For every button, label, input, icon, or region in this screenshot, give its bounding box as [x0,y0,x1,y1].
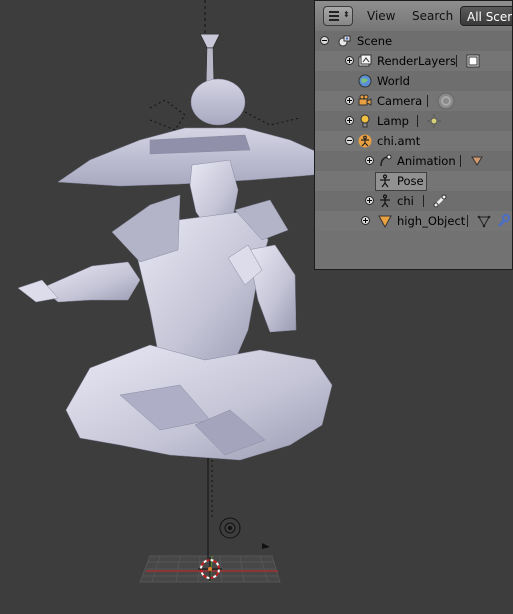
separator [423,195,424,207]
collapse-toggle[interactable] [345,136,354,145]
tree-row-armature-object[interactable]: chi.amt [315,131,512,151]
display-mode-select[interactable]: All Scenes [460,6,512,26]
camera-object [219,517,241,539]
outliner-panel: ⬍ View Search All Scenes Scene RenderLay… [314,0,513,270]
tree-label-pose: Pose [397,174,424,188]
tree-label-animation: Animation [397,154,456,168]
tree-row-camera[interactable]: Camera [315,91,512,111]
editor-type-button[interactable]: ⬍ [323,6,353,26]
tree-row-pose[interactable]: Pose [315,171,512,191]
separator [460,155,461,167]
lamp-object [262,543,270,549]
bone-icon[interactable] [433,194,447,208]
tree-label-camera: Camera [377,94,423,108]
tree-label-renderlayers: RenderLayers [377,54,456,68]
armature-icon [358,134,372,148]
wrench-icon[interactable] [496,214,510,228]
tree-label-lamp: Lamp [377,114,409,128]
tree-row-armature-data[interactable]: chi [315,191,512,211]
seated-figure-mesh [17,159,333,461]
tree-label-mesh-object: high_Object [397,214,466,228]
camera-data-icon[interactable] [437,92,455,110]
action-icon[interactable] [470,154,484,168]
tree-row-lamp[interactable]: Lamp [315,111,512,131]
tree-label-armature-data: chi [397,194,414,208]
world-icon [358,74,372,88]
expand-toggle[interactable] [365,156,374,165]
tree-label-armature-object: chi.amt [377,134,421,148]
head-bone-tip [199,33,221,49]
separator [417,115,418,127]
separator [467,215,468,227]
expand-toggle[interactable] [345,96,354,105]
separator [427,95,428,107]
renderlayer-icon[interactable] [466,54,480,68]
tree-row-mesh-object[interactable]: high_Object [315,211,512,231]
outliner-header: ⬍ View Search All Scenes [315,1,512,32]
expand-toggle[interactable] [345,56,354,65]
outliner-tree: Scene RenderLayers World Camera Lamp chi… [315,31,512,231]
pose-icon [380,174,390,188]
animation-icon [380,154,392,167]
expand-toggle[interactable] [345,116,354,125]
tree-label-world: World [377,74,410,88]
tree-row-renderlayers[interactable]: RenderLayers [315,51,512,71]
view-menu[interactable]: View [367,6,395,26]
expand-toggle[interactable] [361,216,370,225]
tree-row-animation[interactable]: Animation [315,151,512,171]
scene-icon [338,35,351,47]
renderlayers-icon [358,54,372,67]
lamp-data-icon[interactable] [427,114,441,128]
lamp-icon [360,114,370,128]
camera-icon [358,94,372,106]
outliner-editor-icon [329,11,339,21]
expand-toggle[interactable] [365,196,374,205]
chevron-updown-icon: ⬍ [343,10,350,19]
search-menu[interactable]: Search [412,6,453,26]
tree-row-world[interactable]: World [315,71,512,91]
separator [456,55,457,67]
armature-data-icon [380,194,390,208]
tree-label-scene: Scene [357,34,393,48]
mesh-data-icon[interactable] [477,214,491,228]
mesh-object-icon [378,215,392,228]
collapse-toggle[interactable] [320,36,329,45]
tree-row-scene[interactable]: Scene [315,31,512,51]
